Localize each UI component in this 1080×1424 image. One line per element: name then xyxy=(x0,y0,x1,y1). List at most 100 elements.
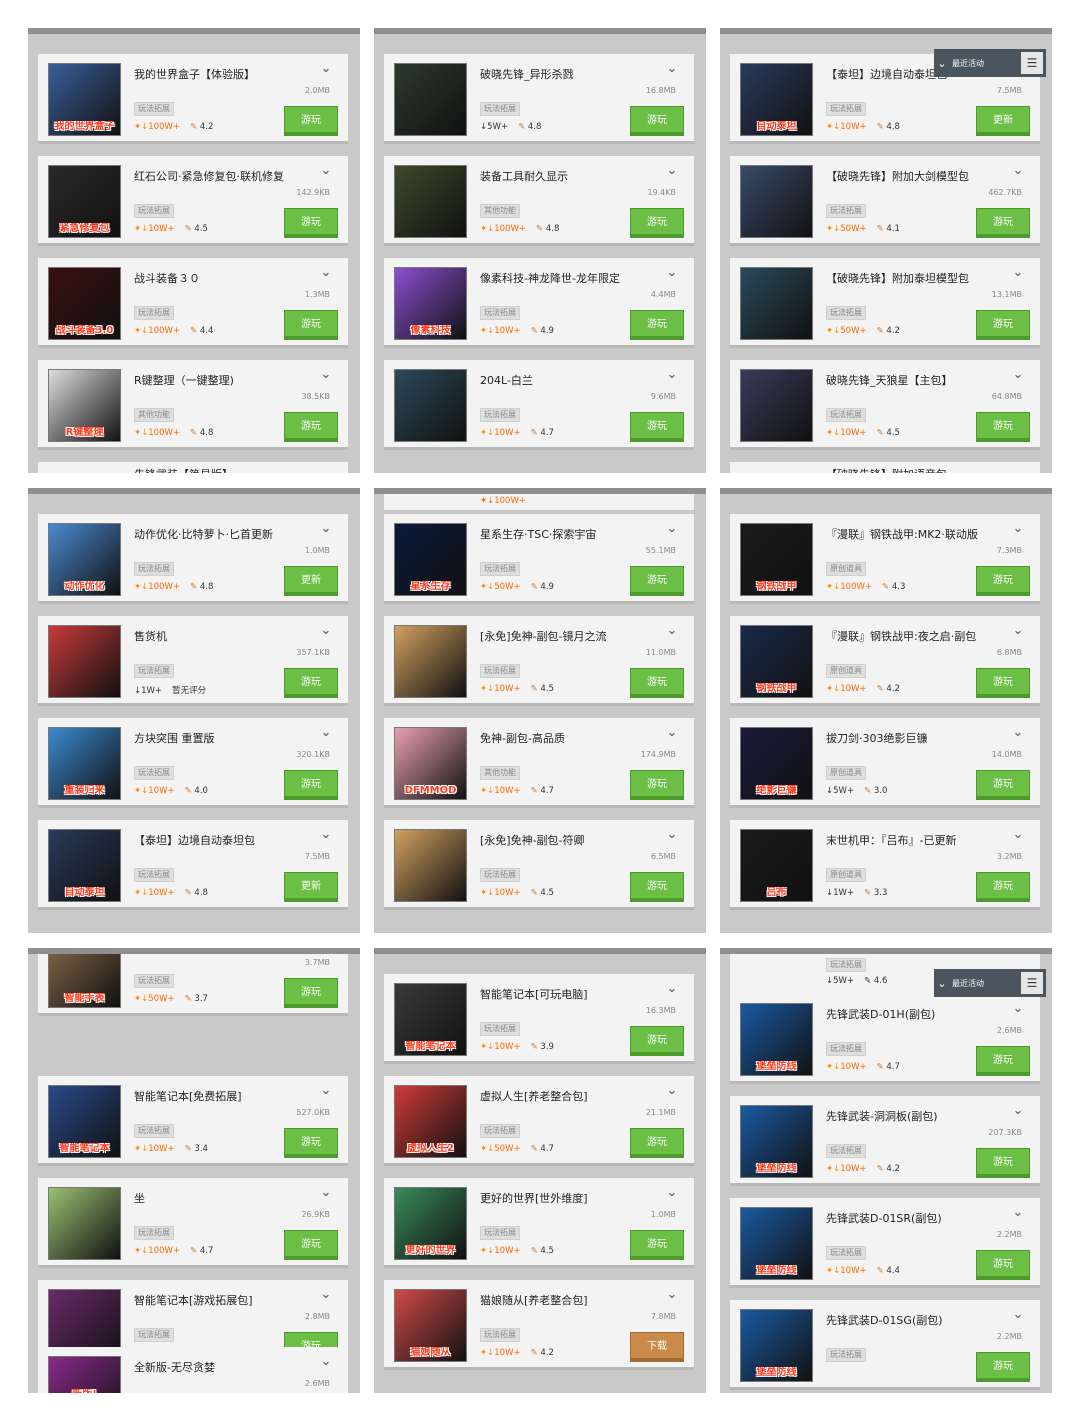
mod-card[interactable]: 智能笔记本 智能笔记本[免费拓展] ⌄ 527.0KB 玩法拓展 ✦↓10W+ ✎ 3.4 游… xyxy=(38,1076,348,1166)
mod-thumbnail[interactable]: 星系生存 xyxy=(394,523,467,596)
mod-thumbnail[interactable]: 自动泰坦 xyxy=(740,63,813,136)
mod-title[interactable]: 动作优化·比特萝卜·匕首更新 xyxy=(134,526,314,542)
action-button[interactable]: 游玩 xyxy=(976,1046,1030,1076)
chevron-down-icon[interactable]: ⌄ xyxy=(318,828,334,842)
mod-card[interactable]: DFMMOD 免神-副包-高品质 ⌄ 174.9MB 其他功能 ✦↓10W+ ✎ 4.7 游玩 xyxy=(384,718,694,808)
chevron-down-icon[interactable]: ⌄ xyxy=(318,1355,334,1369)
mod-thumbnail[interactable]: R键整理 xyxy=(48,369,121,442)
action-button[interactable]: 更新 xyxy=(284,566,338,596)
action-button[interactable]: 更新 xyxy=(284,872,338,902)
chevron-down-icon[interactable]: ⌄ xyxy=(664,1186,680,1200)
mod-card[interactable]: 虚拟人生2 虚拟人生[养老整合包] ⌄ 21.1MB 玩法拓展 ✦↓50W+ ✎ 4.7 游玩 xyxy=(384,1076,694,1166)
sort-icon[interactable]: ☰ xyxy=(1021,52,1043,74)
mod-card[interactable]: 堡垒防线 先锋武装D-01H(副包) ⌄ 2.6MB 玩法拓展 ✦↓10W+ ✎ 4.7 游玩 xyxy=(730,994,1040,1084)
mod-title[interactable]: [永免]免神-副包-符卿 xyxy=(480,832,660,848)
mod-thumbnail[interactable]: 我的世界盒子 xyxy=(48,63,121,136)
mod-title[interactable]: 战斗装备３０ xyxy=(134,270,314,286)
mod-thumbnail[interactable] xyxy=(394,829,467,902)
action-button[interactable]: 游玩 xyxy=(284,770,338,800)
action-button[interactable]: 游玩 xyxy=(630,770,684,800)
chevron-down-icon[interactable]: ⌄ xyxy=(664,726,680,740)
mod-card[interactable]: 星系生存 星系生存·TSC·探索宇宙 ⌄ 55.1MB 玩法拓展 ✦↓50W+ ✎ 4.9 游… xyxy=(384,514,694,604)
chevron-down-icon[interactable]: ⌄ xyxy=(664,62,680,76)
mod-card[interactable]: 204L-白兰 ⌄ 9.6MB 玩法拓展 ✦↓10W+ ✎ 4.7 游玩 xyxy=(384,360,694,450)
mod-card[interactable]: 重装归来 方块突围 重置版 ⌄ 320.1KB 玩法拓展 ✦↓10W+ ✎ 4.0 游玩 xyxy=(38,718,348,808)
mod-thumbnail[interactable] xyxy=(394,165,467,238)
mod-thumbnail[interactable]: 战斗装备3.0 xyxy=(48,267,121,340)
action-button[interactable]: 游玩 xyxy=(630,668,684,698)
chevron-down-icon[interactable]: ⌄ xyxy=(318,368,334,382)
chevron-down-icon[interactable]: ⌄ xyxy=(1010,368,1026,382)
mod-card[interactable]: 钢铁战甲 『漫联』钢铁战甲:夜之启·副包 ⌄ 6.8MB 原创道具 ✦↓10W+ ✎ 4.2… xyxy=(730,616,1040,706)
mod-card[interactable]: 更好的世界 更好的世界[世外维度] ⌄ 1.0MB 玩法拓展 ✦↓10W+ ✎ 4.5 游玩 xyxy=(384,1178,694,1268)
mod-title[interactable]: 拔刀剑·303绝影巨镰 xyxy=(826,730,1006,746)
chevron-down-icon[interactable]: ⌄ xyxy=(318,624,334,638)
mod-thumbnail[interactable]: 钢铁战甲 xyxy=(740,625,813,698)
mod-title[interactable]: 破晓先锋_异形杀戮 xyxy=(480,66,660,82)
mod-thumbnail[interactable]: 堡垒防线 xyxy=(740,1003,813,1076)
chevron-down-icon[interactable]: ⌄ xyxy=(318,726,334,740)
chevron-down-icon[interactable]: ⌄ xyxy=(1010,266,1026,280)
mod-thumbnail[interactable]: DFMMOD xyxy=(394,727,467,800)
mod-title[interactable]: 红石公司·紧急修复包·联机修复 xyxy=(134,168,314,184)
mod-title[interactable]: 星系生存·TSC·探索宇宙 xyxy=(480,526,660,542)
action-button[interactable]: 游玩 xyxy=(976,1352,1030,1382)
mod-title[interactable]: 【破晓先锋】附加大剑模型包 xyxy=(826,168,1006,184)
mod-thumbnail[interactable]: 更好的世界 xyxy=(394,1187,467,1260)
mod-thumbnail[interactable] xyxy=(740,165,813,238)
mod-thumbnail[interactable]: 堡垒防线 xyxy=(740,1207,813,1280)
mod-card[interactable]: 售货机 ⌄ 357.1KB 玩法拓展 ↓1W+ 暂无评分 游玩 xyxy=(38,616,348,706)
action-button[interactable]: 游玩 xyxy=(284,668,338,698)
mod-thumbnail[interactable]: 智能笔记本 xyxy=(394,983,467,1056)
action-button[interactable]: 游玩 xyxy=(284,106,338,136)
mod-card[interactable]: 破晓先锋_异形杀戮 ⌄ 16.8MB 玩法拓展 ↓5W+ ✎ 4.8 游玩 xyxy=(384,54,694,144)
action-button[interactable]: 游玩 xyxy=(630,1230,684,1260)
chevron-down-icon[interactable]: ⌄ xyxy=(664,982,680,996)
mod-thumbnail[interactable] xyxy=(48,1187,121,1260)
action-button[interactable]: 游玩 xyxy=(284,412,338,442)
mod-thumbnail[interactable]: 重装归来 xyxy=(48,727,121,800)
mod-title[interactable]: 先锋武装-洞洞板(副包) xyxy=(826,1108,1006,1124)
mod-card[interactable]: 吕布 末世机甲：『吕布』-已更新 ⌄ 3.2MB 原创道具 ↓1W+ ✎ 3.3 游玩 xyxy=(730,820,1040,910)
mod-card[interactable]: 像素科技 像素科技-神龙降世-龙年限定 ⌄ 4.4MB 玩法拓展 ✦↓10W+ ✎ 4.9 游… xyxy=(384,258,694,348)
mod-thumbnail[interactable] xyxy=(394,369,467,442)
action-button[interactable]: 游玩 xyxy=(284,1128,338,1158)
mod-thumbnail[interactable]: 绝影巨镰 xyxy=(740,727,813,800)
chevron-down-icon[interactable]: ⌄ xyxy=(1010,164,1026,178)
chevron-down-icon[interactable]: ⌄ xyxy=(318,1084,334,1098)
mod-title[interactable]: 先锋武装D-01H(副包) xyxy=(826,1006,1006,1022)
chevron-down-icon[interactable]: ⌄ xyxy=(318,1186,334,1200)
mod-title[interactable]: 智能笔记本[免费拓展] xyxy=(134,1088,314,1104)
mod-thumbnail[interactable] xyxy=(48,625,121,698)
mod-thumbnail[interactable]: 钢铁战甲 xyxy=(740,523,813,596)
chevron-down-icon[interactable]: ⌄ xyxy=(318,164,334,178)
action-button[interactable]: 游玩 xyxy=(976,770,1030,800)
chevron-down-icon[interactable]: ⌄ xyxy=(1010,1104,1026,1118)
chevron-down-icon[interactable]: ⌄ xyxy=(1010,1308,1026,1322)
chevron-down-icon[interactable]: ⌄ xyxy=(1010,522,1026,536)
chevron-down-icon[interactable]: ⌄ xyxy=(664,1288,680,1302)
action-button[interactable]: 游玩 xyxy=(976,566,1030,596)
mod-title[interactable]: 智能笔记本[可玩电脑] xyxy=(480,986,660,1002)
partial-card-bottom[interactable]: 先锋武装【简易版】 xyxy=(38,462,348,473)
mod-title[interactable]: 全新版-无尽贪婪 xyxy=(134,1359,314,1375)
mod-thumbnail[interactable]: 动作优化 xyxy=(48,523,121,596)
action-button[interactable]: 游玩 xyxy=(976,1148,1030,1178)
mod-card[interactable]: R键整理 R键整理（一键整理) ⌄ 38.5KB 其他功能 ✦↓100W+ ✎ 4.8 游玩 xyxy=(38,360,348,450)
chevron-down-icon[interactable]: ⌄ xyxy=(664,1084,680,1098)
mod-thumbnail[interactable] xyxy=(740,369,813,442)
mod-title[interactable]: 204L-白兰 xyxy=(480,372,660,388)
mod-title[interactable]: 虚拟人生[养老整合包] xyxy=(480,1088,660,1104)
action-button[interactable]: 更新 xyxy=(976,106,1030,136)
action-button[interactable]: 游玩 xyxy=(284,310,338,340)
mod-thumbnail[interactable] xyxy=(394,63,467,136)
chevron-down-icon[interactable]: ⌄ xyxy=(664,522,680,536)
mod-title[interactable]: 【破晓先锋】附加语音包 xyxy=(826,466,1006,473)
mod-card[interactable]: 破晓先锋_天狼星【主包】 ⌄ 64.8MB 玩法拓展 ✦↓10W+ ✎ 4.5 游玩 xyxy=(730,360,1040,450)
mod-card[interactable]: 【破晓先锋】附加泰坦模型包 ⌄ 13.1MB 玩法拓展 ✦↓50W+ ✎ 4.2 游玩 xyxy=(730,258,1040,348)
mod-thumbnail[interactable]: 猫娘随从 xyxy=(394,1289,467,1362)
action-button[interactable]: 游玩 xyxy=(630,412,684,442)
action-button[interactable]: 游玩 xyxy=(630,1026,684,1056)
mod-thumbnail[interactable]: 智能手表 xyxy=(48,954,121,1008)
action-button[interactable]: 游玩 xyxy=(976,1250,1030,1280)
